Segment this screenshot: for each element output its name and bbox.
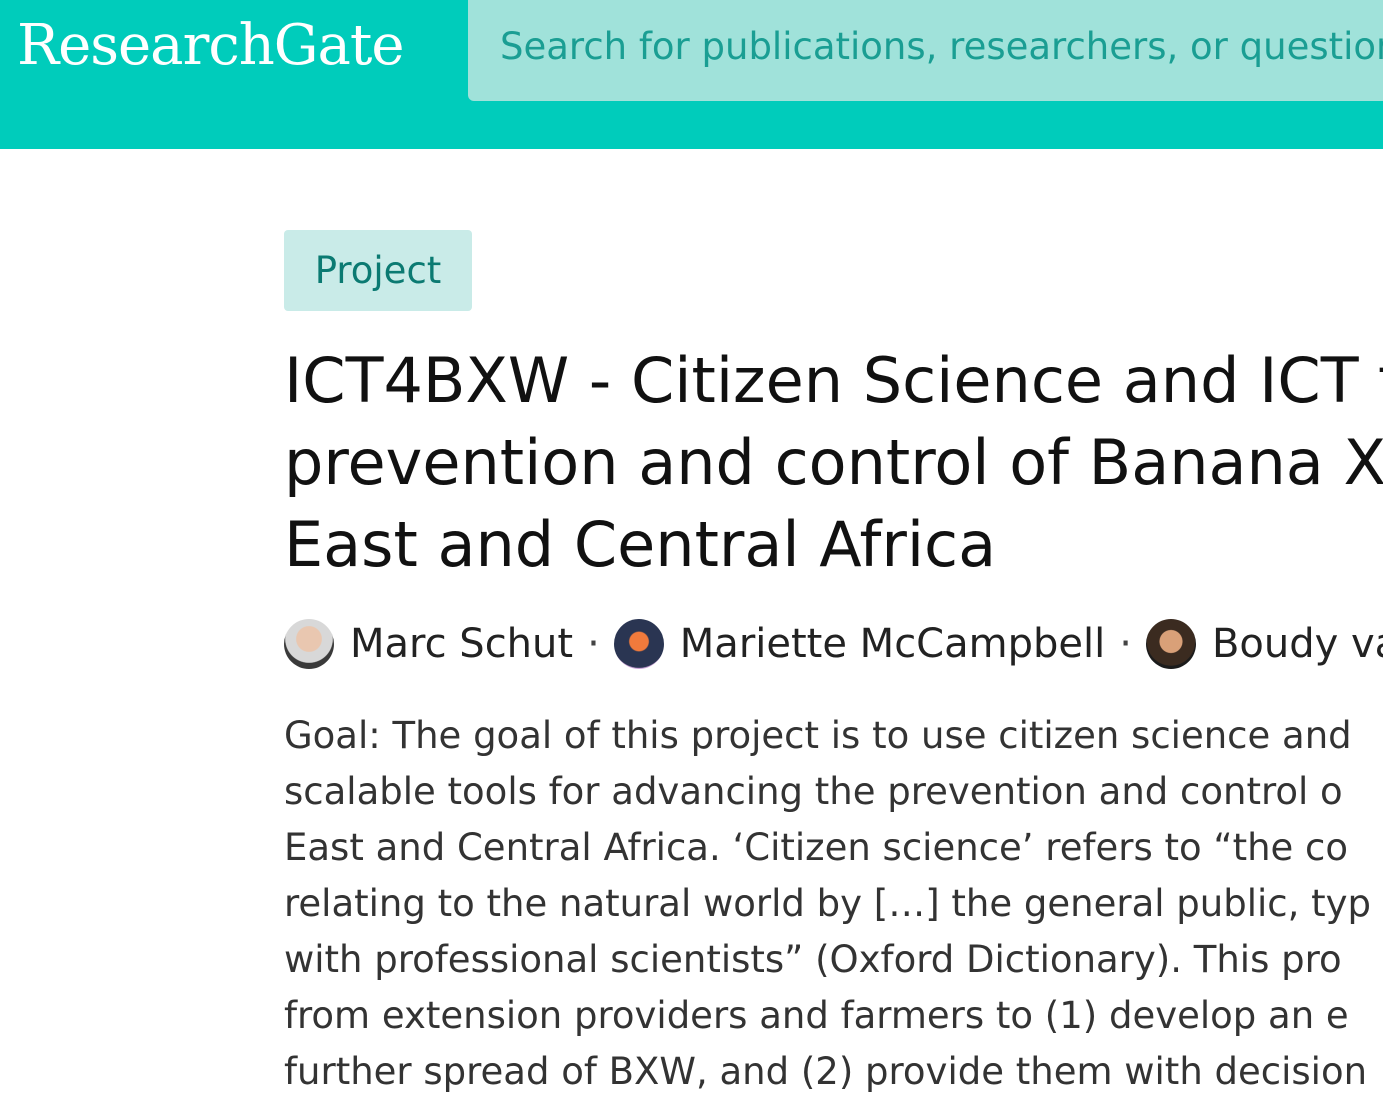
avatar[interactable] <box>613 619 664 669</box>
top-header: ResearchGate <box>0 0 1383 149</box>
goal-line: with professional scientists” (Oxford Di… <box>284 938 1342 981</box>
author-list: Marc Schut · Mariette McCampbell · Boudy… <box>284 616 1383 672</box>
goal-line: from extension providers and farmers to … <box>284 994 1349 1037</box>
avatar[interactable] <box>1145 619 1196 669</box>
avatar[interactable] <box>284 619 334 669</box>
goal-line: Goal: The goal of this project is to use… <box>284 714 1352 757</box>
author-link[interactable]: Marc Schut <box>350 621 573 667</box>
researchgate-logo[interactable]: ResearchGate <box>17 10 405 82</box>
title-line: East and Central Africa <box>284 508 997 581</box>
project-badge: Project <box>284 230 472 311</box>
separator: · <box>1119 621 1132 667</box>
goal-line: East and Central Africa. ‘Citizen scienc… <box>284 826 1349 869</box>
author-link[interactable]: Mariette McCampbell <box>680 621 1105 667</box>
page-title: ICT4BXW - Citizen Science and ICT f prev… <box>284 340 1383 586</box>
separator: · <box>587 621 600 667</box>
title-line: prevention and control of Banana Xa <box>284 426 1383 499</box>
title-line: ICT4BXW - Citizen Science and ICT f <box>284 344 1383 417</box>
author-link[interactable]: Boudy van <box>1212 621 1383 667</box>
goal-line: further spread of BXW, and (2) provide t… <box>284 1050 1368 1093</box>
search-input[interactable] <box>468 0 1383 101</box>
goal-line: scalable tools for advancing the prevent… <box>284 770 1343 813</box>
goal-line: relating to the natural world by […] the… <box>284 882 1372 925</box>
project-goal-text: Goal: The goal of this project is to use… <box>284 708 1383 1100</box>
